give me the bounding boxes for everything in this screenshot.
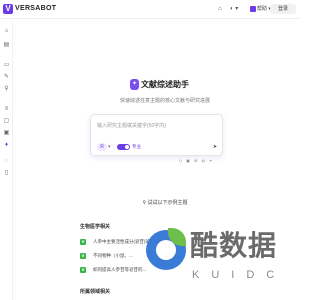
settings-icon[interactable]: ⌂ — [218, 5, 222, 13]
screen-icon[interactable]: ▢ — [3, 118, 10, 125]
logo-icon[interactable]: V — [3, 4, 13, 14]
doc-icon[interactable]: ▤ — [3, 42, 10, 49]
help-button[interactable]: 帮助 ▾ — [250, 5, 271, 13]
login-button[interactable]: 登录 — [270, 4, 296, 14]
watermark-text-cn: 酷数据 — [190, 230, 278, 261]
sidebar: ⌂ ▤ ▭ ✎ ⚲ ≡ ▢ ▣ ♦ ◌ ▯ — [0, 20, 13, 300]
help-icon — [250, 5, 256, 12]
section-title-field: 所属领域相关 — [80, 289, 111, 295]
home-icon[interactable]: ⌂ — [3, 28, 10, 35]
example-text: 不同物种（小鼠、... — [93, 253, 133, 258]
send-icon[interactable]: ➤ — [211, 143, 219, 151]
theme-icon[interactable]: ◐ ▾ — [230, 5, 238, 13]
watermark-logo: 酷数据 KUIDC — [146, 228, 298, 290]
layers-icon[interactable]: ≡ — [3, 106, 10, 113]
professional-toggle[interactable] — [117, 144, 130, 150]
chevron-down-icon[interactable]: ▾ — [108, 143, 111, 151]
chart-icon[interactable]: ⚲ — [3, 86, 10, 93]
leaf-icon: ❦ — [80, 239, 86, 245]
page-subtitle: 快速综述任意主题的核心文献与研究进展 — [119, 98, 210, 104]
toggle-label: 专业 — [132, 144, 141, 149]
chat-icon[interactable]: ◌ — [3, 158, 10, 165]
leaf-icon: ❦ — [80, 267, 86, 273]
watermark-text-en: KUIDC — [192, 269, 287, 281]
archive-icon[interactable]: ▣ — [3, 130, 10, 137]
try-examples-label: ⚲ 试试以下示例主题 — [142, 200, 188, 206]
topic-input[interactable] — [97, 121, 217, 130]
page-title: 文献综述助手 — [141, 80, 189, 89]
try-examples-text: 试试以下示例主题 — [147, 200, 188, 206]
leaf-icon: ❦ — [80, 253, 86, 259]
tool-icons-row[interactable]: ◇ ▣ ⊞ ◍ ✦ — [179, 158, 214, 164]
composer-card: R ▾ 专业 ➤ — [90, 114, 223, 156]
model-pill[interactable]: R — [97, 143, 107, 151]
brand-name[interactable]: VERSABOT — [15, 4, 56, 14]
help-label: 帮助 — [257, 6, 268, 12]
book-icon[interactable]: ▭ — [3, 62, 10, 69]
section-title-biomed: 生物医学相关 — [80, 224, 111, 230]
example-text: 如何提高人参苷等皂苷的... — [93, 267, 147, 272]
document-sparkle-icon: ✦ — [130, 79, 139, 90]
top-header: V VERSABOT ⌂ ◐ ▾ 帮助 ▾ 登录 — [0, 0, 300, 19]
file-icon[interactable]: ▯ — [3, 170, 10, 177]
pen-icon[interactable]: ✎ — [3, 74, 10, 81]
mic-icon[interactable]: ♦ — [3, 142, 10, 149]
